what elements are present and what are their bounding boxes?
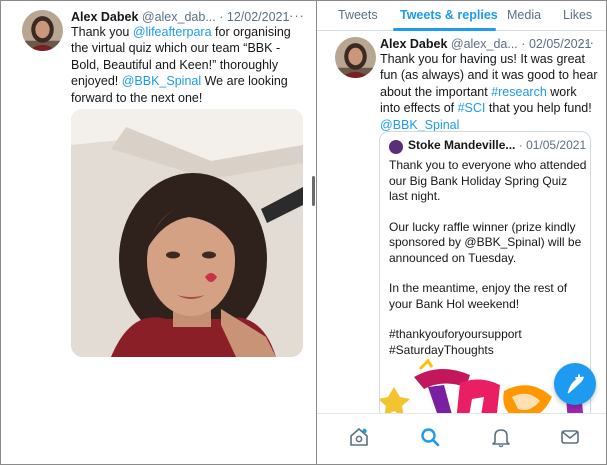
feather-plus-icon [567, 374, 584, 394]
notifications-icon[interactable] [490, 426, 512, 448]
inline-link[interactable]: #SCI [458, 101, 486, 115]
envelope-glyph [561, 430, 579, 444]
messages-icon[interactable] [559, 426, 581, 448]
author-handle[interactable]: @alex_dab... [142, 10, 216, 24]
inline-link[interactable]: @BBK_Spinal [122, 74, 201, 88]
tab-likes[interactable]: Likes [563, 8, 592, 22]
quoted-paragraph: #thankyouforyoursupport #SaturdayThought… [389, 327, 522, 357]
quoted-tweet-date: 01/05/2021 [526, 138, 587, 152]
right-profile-panel: Tweets Tweets & replies Media Likes Alex… [317, 1, 606, 464]
active-tab-indicator [393, 28, 496, 31]
quoted-author-name: Stoke Mandeville... [408, 138, 516, 152]
search-icon[interactable] [419, 426, 441, 448]
tab-tweets-and-replies[interactable]: Tweets & replies [400, 8, 498, 22]
tab-tweets[interactable]: Tweets [338, 8, 378, 22]
quoted-paragraph: Our lucky raffle winner (prize kindly sp… [389, 219, 582, 265]
quoted-paragraph: In the meantime, enjoy the rest of your … [389, 281, 568, 311]
more-options-icon[interactable]: ··· [289, 8, 305, 23]
photo-image [71, 109, 303, 357]
separator: · [521, 37, 526, 51]
profile-tabs: Tweets Tweets & replies Media Likes [317, 1, 606, 31]
tweet-header: Alex Dabek @alex_dab... · 12/02/2021 [71, 9, 289, 25]
inline-link[interactable]: @lifeafterpara [133, 25, 212, 39]
author-name[interactable]: Alex Dabek [380, 37, 447, 51]
quoted-paragraph: Thank you to everyone who attended our B… [389, 158, 587, 203]
scrollbar-thumb[interactable] [312, 176, 315, 206]
more-options-icon[interactable]: ··· [579, 35, 595, 50]
tab-media[interactable]: Media [507, 8, 541, 22]
tweet-text: Thank you @lifeafterpara for organising … [71, 24, 303, 106]
avatar[interactable] [335, 37, 376, 78]
inline-link[interactable]: #research [491, 85, 547, 99]
quoted-tweet-header: Stoke Mandeville... · 01/05/2021 [408, 138, 586, 152]
left-timeline-panel: Alex Dabek @alex_dab... · 12/02/2021 ···… [1, 1, 316, 464]
bell-glyph [492, 429, 510, 448]
avatar-image [335, 37, 376, 78]
inline-link[interactable]: @BBK_Spinal [380, 118, 459, 132]
tweet-photo[interactable] [71, 109, 303, 357]
avatar[interactable] [22, 10, 63, 51]
separator: · [518, 138, 523, 152]
tweet-date[interactable]: 12/02/2021 [227, 10, 290, 24]
author-name[interactable]: Alex Dabek [71, 10, 138, 24]
separator: · [219, 10, 224, 24]
bottom-navigation [317, 413, 606, 464]
tweet-text-run: Thank you [71, 25, 133, 39]
search-glyph [421, 428, 440, 447]
home-glyph [350, 428, 368, 446]
tweet-header: Alex Dabek @alex_da... · 02/05/2021 [380, 36, 592, 52]
tweet-text-run: that you help fund! [485, 101, 592, 116]
avatar-image [22, 10, 63, 51]
quoted-author-avatar [389, 140, 403, 154]
author-handle[interactable]: @alex_da... [451, 37, 518, 51]
compose-tweet-button[interactable] [554, 363, 596, 405]
tweet-text: Thank you for having us! It was great fu… [380, 51, 598, 133]
quoted-tweet-text: Thank you to everyone who attended our B… [389, 158, 587, 373]
home-icon[interactable] [348, 426, 370, 448]
